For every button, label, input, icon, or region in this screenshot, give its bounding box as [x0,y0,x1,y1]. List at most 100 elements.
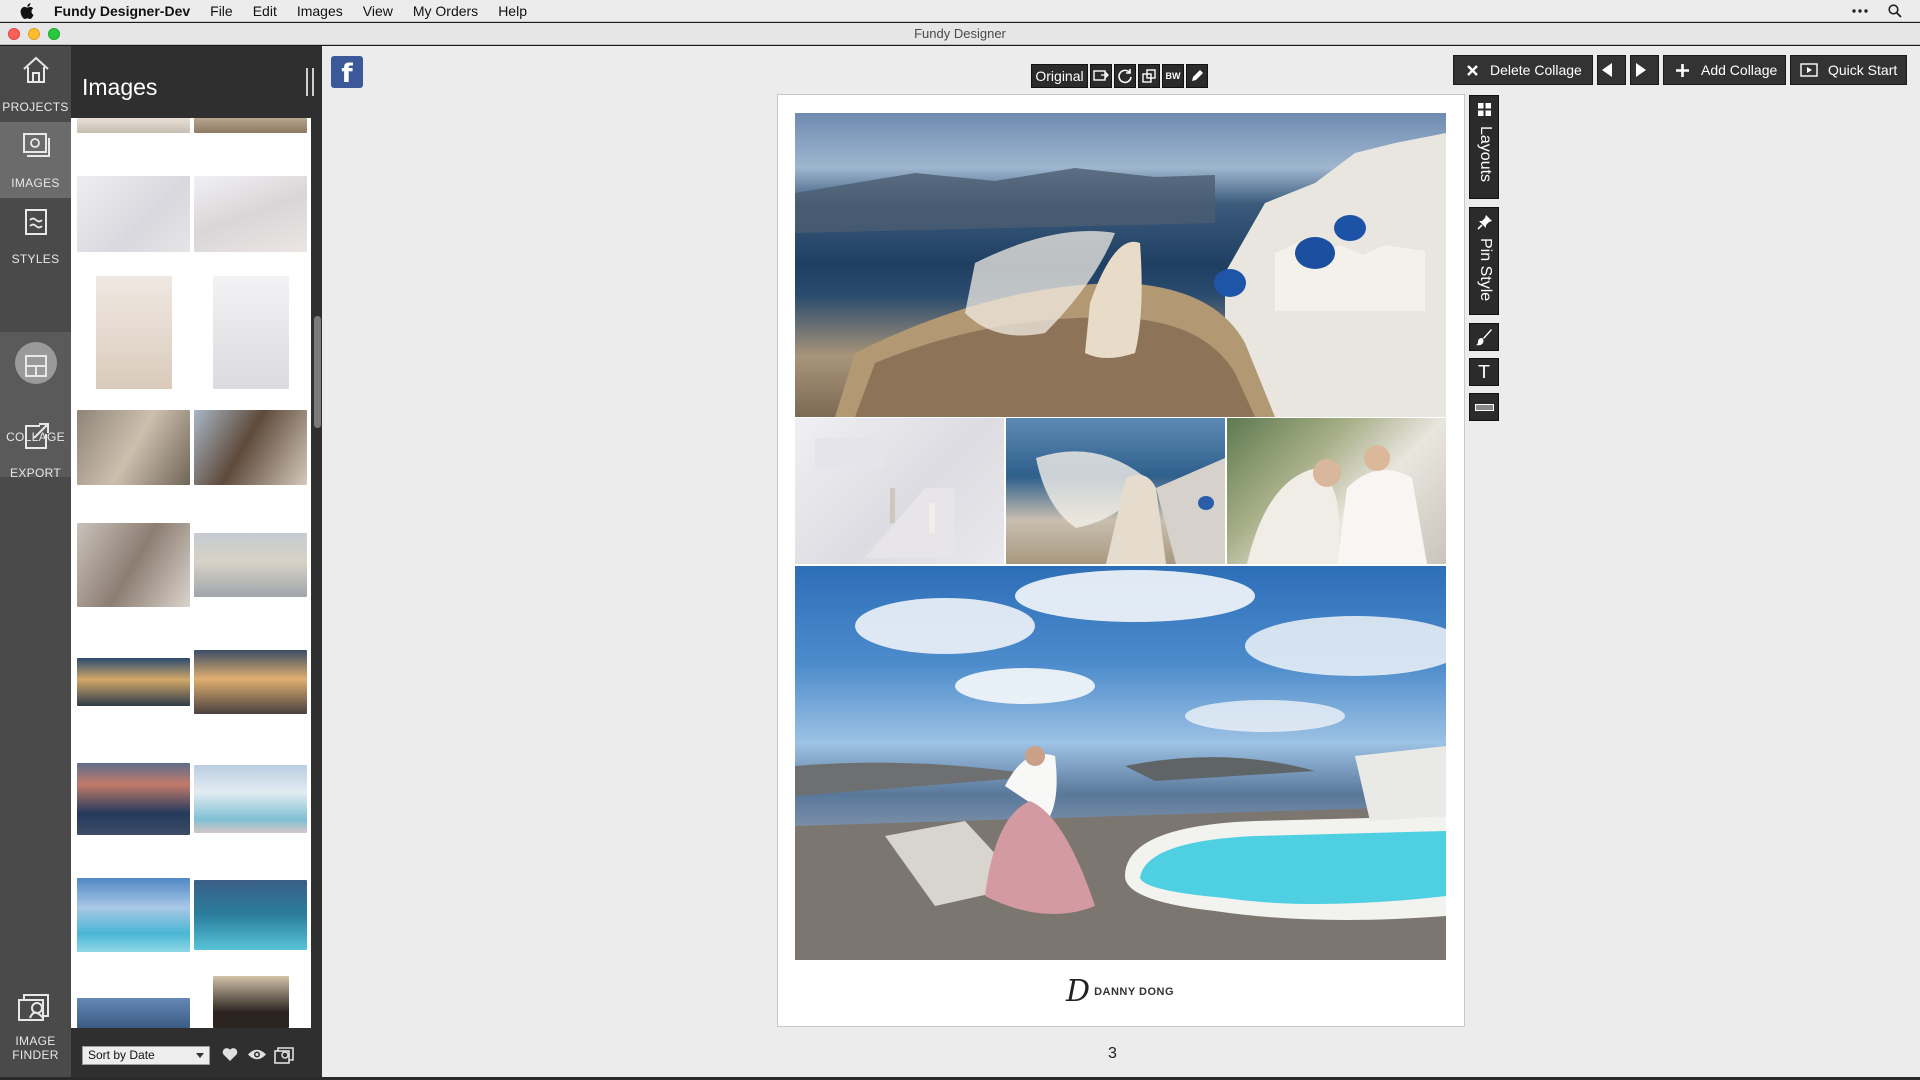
image-thumbnail[interactable] [77,658,190,706]
bw-label: BW [1165,71,1181,81]
layouts-label: Layouts [1477,126,1494,183]
text-tool-button[interactable]: T [1469,358,1499,386]
thumbnail-scrollbar-thumb[interactable] [314,316,321,428]
edit-pencil-icon[interactable] [1186,64,1208,88]
image-thumbnail-grid[interactable] [71,118,311,1028]
collage-grid-icon [25,355,47,377]
menu-edit[interactable]: Edit [253,3,277,19]
menu-help[interactable]: Help [498,3,527,19]
left-nav: PROJECTS IMAGES STYLES COLLAGE EXPORT IM… [0,46,71,1077]
more-dots-icon[interactable] [1852,9,1868,13]
window-titlebar: Fundy Designer [0,23,1920,45]
export-icon [25,423,49,449]
facebook-icon[interactable]: f [331,56,363,89]
images-panel: Images Sort by Date [71,46,322,1077]
collage-photo-white-stairs[interactable] [795,418,1004,564]
mac-menubar: Fundy Designer-Dev File Edit Images View… [0,0,1920,22]
nav-image-finder[interactable]: IMAGE FINDER [0,986,71,1076]
photographer-logo: D DANNY DONG [1066,974,1174,1009]
white-stairs-photo-art [815,438,955,558]
rotate-icon[interactable] [1114,64,1136,88]
layouts-tab[interactable]: Layouts [1469,95,1499,199]
triangle-right-icon [1635,63,1646,77]
image-thumbnail[interactable] [194,880,307,950]
image-thumbnail[interactable] [77,523,190,607]
image-thumbnail[interactable] [96,276,172,389]
image-finder-small-icon[interactable] [273,1045,295,1065]
thumbnail-scrollbar-track[interactable] [312,118,322,1028]
quick-start-button[interactable]: Quick Start [1790,55,1907,85]
image-thumbnail[interactable] [194,533,307,597]
pool-terrace-photo-art [795,570,1446,960]
nav-styles[interactable]: STYLES [0,198,71,274]
logo-text: DANNY DONG [1094,985,1175,998]
plus-icon [1676,63,1689,77]
image-thumbnail[interactable] [77,998,190,1028]
pin-style-tab[interactable]: Pin Style [1469,207,1499,315]
image-thumbnail[interactable] [77,763,190,835]
bride-veil-photo-art [1036,451,1225,564]
nav-image-finder-label-1: IMAGE [15,1034,56,1048]
image-thumbnail[interactable] [194,410,307,485]
heart-icon[interactable] [222,1047,238,1062]
divider-tool-button[interactable] [1469,393,1499,421]
menu-file[interactable]: File [210,3,233,19]
image-thumbnail[interactable] [77,878,190,952]
triangle-left-icon [1601,63,1612,77]
nav-projects[interactable]: PROJECTS [0,46,71,122]
nav-export-label: EXPORT [10,466,61,480]
menu-my-orders[interactable]: My Orders [413,3,478,19]
logo-monogram-icon: D [1066,974,1091,1009]
collage-photo-couple-closeup[interactable] [1227,418,1446,564]
home-icon [23,56,49,83]
original-button[interactable]: Original [1031,64,1088,88]
nav-images[interactable]: IMAGES [0,122,71,198]
image-thumbnail[interactable] [194,118,307,133]
image-thumbnail[interactable] [213,976,289,1028]
chevron-down-icon [196,1053,204,1058]
image-thumbnail[interactable] [77,118,190,133]
window-title: Fundy Designer [914,26,1006,41]
image-thumbnail[interactable] [77,176,190,252]
menu-images[interactable]: Images [297,3,343,19]
horizontal-bar-icon [1475,404,1494,411]
next-collage-button[interactable] [1630,55,1659,85]
quick-start-label: Quick Start [1828,62,1898,78]
delete-collage-button[interactable]: Delete Collage [1453,55,1593,85]
collage-photo-hero[interactable] [795,113,1446,417]
spotlight-search-icon[interactable] [1888,4,1902,18]
panel-collapse-handle[interactable] [306,68,314,96]
delete-collage-label: Delete Collage [1490,62,1582,78]
eye-icon[interactable] [247,1048,267,1061]
collage-photo-pool-terrace[interactable] [795,566,1446,960]
crop-icon[interactable] [1090,64,1112,88]
menu-view[interactable]: View [363,3,393,19]
images-panel-title: Images [82,74,158,100]
image-thumbnail[interactable] [194,650,307,714]
image-finder-icon [18,994,49,1021]
sort-dropdown[interactable]: Sort by Date [82,1046,210,1065]
brush-tool-button[interactable] [1469,323,1499,351]
image-thumbnail[interactable] [213,276,289,389]
styles-icon [25,209,47,235]
collage-photo-bride-veil[interactable] [1006,418,1225,564]
image-thumbnail[interactable] [77,410,190,485]
bw-icon[interactable]: BW [1162,64,1184,88]
close-icon [1467,64,1478,76]
nav-export[interactable]: EXPORT [0,412,71,488]
add-collage-button[interactable]: Add Collage [1663,55,1786,85]
pin-style-label: Pin Style [1477,238,1494,302]
duplicate-icon[interactable] [1138,64,1160,88]
play-video-icon [1800,63,1818,77]
image-thumbnail[interactable] [194,765,307,833]
paint-brush-icon [1476,329,1492,346]
image-thumbnail[interactable] [194,176,307,252]
apple-logo-icon[interactable] [20,2,34,19]
grid-icon [1478,103,1491,116]
nav-images-label: IMAGES [11,176,60,190]
menu-app-name[interactable]: Fundy Designer-Dev [54,3,190,19]
images-panel-footer: Sort by Date [71,1038,322,1077]
nav-styles-label: STYLES [11,252,60,266]
page-number: 3 [1108,1045,1117,1062]
previous-collage-button[interactable] [1597,55,1626,85]
